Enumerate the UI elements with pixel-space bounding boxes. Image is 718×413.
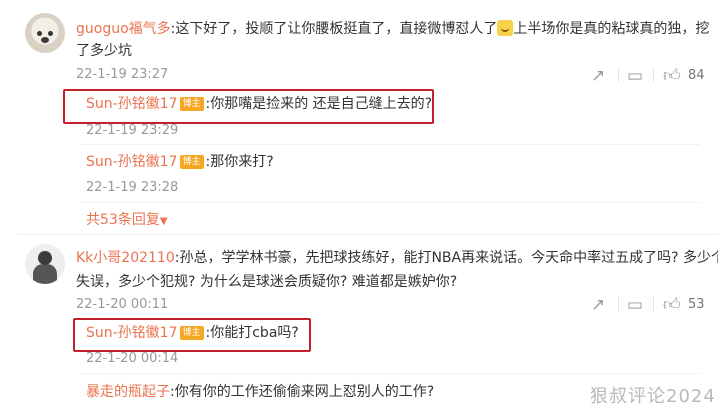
- reply-timestamp: 22-1-19 23:28: [86, 180, 179, 195]
- author-badge: 博主: [179, 97, 204, 111]
- more-replies-link[interactable]: 共53条回复▼: [86, 209, 168, 229]
- avatar[interactable]: [25, 13, 65, 53]
- comment-username[interactable]: guoguo福气多: [76, 21, 171, 37]
- thumbs-up-icon[interactable]: 👍︎: [663, 66, 681, 86]
- comment-text: Kk小哥202110:孙总，学学林书豪，先把球技练好，能打NBA再来说话。今天命…: [76, 250, 718, 266]
- share-icon[interactable]: ↗: [591, 295, 605, 315]
- doge-emoji-icon: [497, 20, 514, 36]
- divider: [18, 234, 718, 235]
- like-count: 53: [688, 297, 705, 312]
- reply-text: Sun-孙铭徽17 博主:你能打cba吗?: [86, 325, 299, 341]
- divider: [80, 373, 700, 374]
- comment-timestamp: 22-1-19 23:27: [76, 67, 169, 82]
- reply-username[interactable]: Sun-孙铭徽17: [86, 325, 178, 341]
- thumbs-up-icon[interactable]: 👍︎: [663, 295, 681, 315]
- author-badge: 博主: [179, 155, 204, 169]
- author-badge: 博主: [179, 326, 204, 340]
- caret-down-icon: ▼: [159, 216, 168, 227]
- share-icon[interactable]: ↗: [591, 66, 605, 86]
- watermark: 狠叔评论2024: [590, 386, 716, 407]
- like-count: 84: [688, 68, 705, 83]
- comment-icon[interactable]: ▭: [627, 66, 643, 86]
- comment-text-continued: 失误，多少个犯规? 为什么是球迷会质疑你? 难道都是嫉妒你?: [76, 274, 458, 290]
- divider: [653, 68, 654, 82]
- comment-text: guoguo福气多:这下好了，投顺了让你腰板挺直了，直接微博怼人了 上半场你是真的…: [76, 20, 710, 37]
- comment-icon[interactable]: ▭: [627, 295, 643, 315]
- comment-text-continued: 了多少坑: [76, 43, 132, 59]
- reply-username[interactable]: Sun-孙铭徽17: [86, 154, 178, 170]
- divider: [618, 297, 619, 311]
- comment-username[interactable]: Kk小哥202110: [76, 250, 175, 266]
- divider: [80, 202, 700, 203]
- divider: [618, 68, 619, 82]
- divider: [653, 297, 654, 311]
- reply-timestamp: 22-1-20 00:14: [86, 351, 179, 366]
- avatar[interactable]: [25, 244, 65, 284]
- reply-timestamp: 22-1-19 23:29: [86, 123, 179, 138]
- reply-username[interactable]: Sun-孙铭徽17: [86, 96, 178, 112]
- reply-text: Sun-孙铭徽17 博主:那你来打?: [86, 154, 274, 170]
- reply-text: 暴走的瓶起子:你有你的工作还偷偷来网上怼别人的工作?: [86, 384, 435, 400]
- divider: [80, 144, 700, 145]
- reply-username[interactable]: 暴走的瓶起子: [86, 384, 170, 400]
- reply-text: Sun-孙铭徽17 博主:你那嘴是捡来的 还是自己缝上去的?: [86, 96, 433, 112]
- comment-timestamp: 22-1-20 00:11: [76, 297, 169, 312]
